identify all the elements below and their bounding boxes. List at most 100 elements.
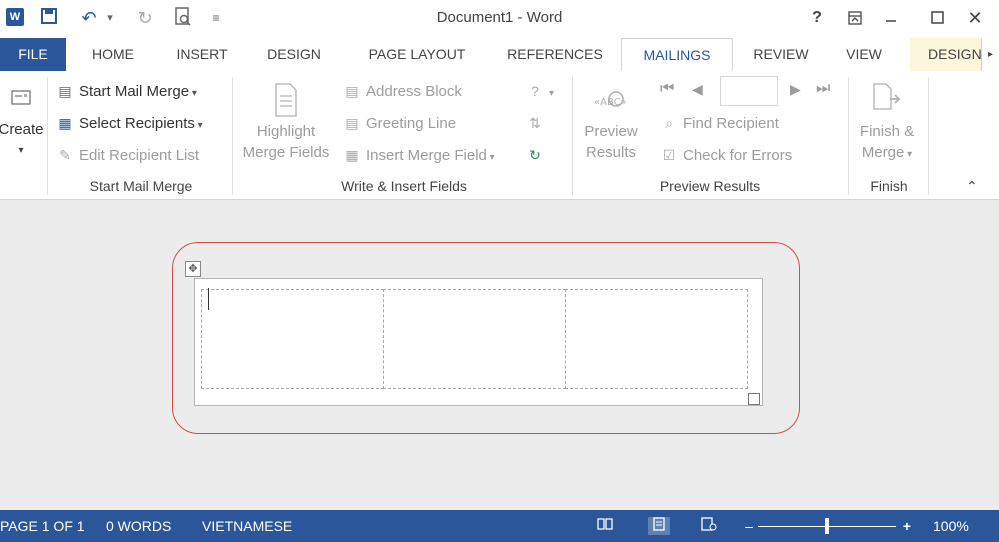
greeting-line-button[interactable]: ▤ Greeting Line: [343, 112, 456, 135]
insert-merge-field-icon: ▦: [345, 147, 359, 163]
insert-merge-field-label: Insert Merge Field: [366, 147, 487, 164]
table-cell[interactable]: [383, 289, 566, 389]
group-separator: [47, 77, 48, 195]
title-bar: W ↶ ▾ ↻ ≡ Document1 - Word ? ✕: [0, 0, 999, 38]
text-cursor: [208, 288, 209, 310]
finish-label-line-1: Finish &: [859, 122, 915, 140]
highlight-label-line-2: Merge Fields: [242, 143, 330, 161]
labels-table[interactable]: [194, 278, 763, 406]
maximize-icon[interactable]: [922, 6, 952, 30]
preview-label-line-1: Preview: [584, 122, 638, 140]
ribbon: Create ▾ ▤ Start Mail Merge ▾ ▦ Select Rec…: [0, 71, 999, 200]
group-separator: [928, 77, 929, 195]
start-mail-merge-icon: ▤: [58, 83, 72, 99]
tab-home[interactable]: HOME: [80, 38, 146, 71]
last-record-icon[interactable]: ⏭: [816, 78, 830, 100]
start-mail-merge-label: Start Mail Merge: [79, 83, 190, 100]
address-block-button[interactable]: ▤ Address Block: [343, 80, 462, 103]
start-mail-merge-button[interactable]: ▤ Start Mail Merge ▾: [56, 80, 197, 105]
create-dropdown-icon: ▾: [18, 145, 24, 156]
group-label-preview-results: Preview Results: [659, 178, 761, 194]
table-move-handle-icon[interactable]: ✥: [185, 261, 201, 277]
print-layout-icon[interactable]: [648, 517, 670, 535]
greeting-line-icon: ▤: [345, 115, 359, 131]
tab-mailings[interactable]: MAILINGS: [621, 38, 733, 71]
collapse-ribbon-icon[interactable]: ⌃: [966, 175, 978, 197]
rules-button[interactable]: ? ▾: [526, 80, 554, 105]
help-button[interactable]: ?: [802, 6, 832, 30]
preview-results-icon: «ABC»: [578, 81, 644, 117]
close-icon[interactable]: ✕: [960, 6, 990, 30]
edit-recipient-list-label: Edit Recipient List: [79, 147, 200, 164]
match-fields-icon: ⇅: [529, 115, 541, 131]
table-cell[interactable]: [201, 289, 384, 389]
find-recipient-icon: ⌕: [665, 115, 673, 131]
highlight-merge-fields-icon: [238, 81, 334, 117]
language[interactable]: VIETNAMESE: [202, 517, 292, 535]
envelope-icon: [0, 81, 44, 115]
insert-merge-field-button[interactable]: ▦ Insert Merge Field ▾: [343, 144, 495, 169]
dropdown-arrow-icon: ▾: [486, 152, 495, 163]
group-label-write-insert-fields: Write & Insert Fields: [341, 178, 467, 194]
zoom-slider-thumb[interactable]: [825, 518, 829, 534]
table-resize-handle-icon[interactable]: [748, 393, 760, 405]
read-mode-icon[interactable]: [596, 517, 614, 535]
tab-review[interactable]: REVIEW: [742, 38, 820, 71]
dropdown-arrow-icon: ▾: [549, 88, 555, 99]
tab-table-design[interactable]: DESIGN: [910, 38, 990, 71]
tab-references[interactable]: REFERENCES: [500, 38, 610, 71]
web-layout-icon[interactable]: [700, 517, 718, 535]
ribbon-tabs: FILE HOME INSERT DESIGN PAGE LAYOUT REFE…: [0, 38, 999, 72]
edit-recipient-list-button[interactable]: ✎ Edit Recipient List: [56, 144, 199, 167]
tab-insert[interactable]: INSERT: [166, 38, 238, 71]
update-labels-icon: ↻: [529, 147, 541, 163]
zoom-out-icon[interactable]: –: [740, 517, 758, 535]
select-recipients-button[interactable]: ▦ Select Recipients ▾: [56, 112, 203, 137]
preview-results-button[interactable]: «ABC» Preview Results: [578, 81, 644, 163]
zoom-in-icon[interactable]: +: [898, 517, 916, 535]
preview-label-line-2: Results: [585, 143, 637, 161]
zoom-level[interactable]: 100%: [933, 517, 969, 535]
check-for-errors-button[interactable]: ☑ Check for Errors: [660, 144, 792, 167]
record-number-input[interactable]: [720, 76, 778, 106]
check-for-errors-label: Check for Errors: [683, 147, 793, 164]
tab-page-layout[interactable]: PAGE LAYOUT: [352, 38, 482, 71]
tab-view[interactable]: VIEW: [832, 38, 896, 71]
highlight-merge-fields-button[interactable]: Highlight Merge Fields: [238, 81, 334, 163]
first-record-icon[interactable]: ⏮: [660, 78, 680, 100]
table-cell[interactable]: [565, 289, 748, 389]
find-recipient-label: Find Recipient: [683, 115, 779, 132]
create-label: Create: [0, 121, 44, 138]
greeting-line-label: Greeting Line: [366, 115, 457, 132]
group-separator: [572, 77, 573, 195]
highlight-label-line-1: Highlight: [256, 122, 316, 140]
group-label-finish: Finish: [870, 178, 908, 194]
address-block-icon: ▤: [345, 83, 359, 99]
tab-scroll-right-icon[interactable]: ▸: [981, 38, 999, 71]
find-recipient-button[interactable]: ⌕ Find Recipient: [660, 112, 779, 135]
check-for-errors-icon: ☑: [662, 147, 676, 163]
word-count[interactable]: 0 WORDS: [106, 517, 171, 535]
next-record-icon[interactable]: ▶: [790, 78, 801, 100]
ribbon-display-options-icon[interactable]: [840, 6, 870, 30]
select-recipients-icon: ▦: [58, 115, 72, 131]
finish-merge-icon: [852, 81, 922, 117]
group-label-start-mail-merge: Start Mail Merge: [89, 178, 193, 194]
document-canvas: ✥: [0, 200, 999, 510]
finish-merge-button[interactable]: Finish & Merge ▾: [852, 81, 922, 165]
minimize-icon[interactable]: [876, 6, 906, 30]
dropdown-arrow-icon: ▾: [194, 120, 203, 131]
update-labels-button[interactable]: ↻: [526, 144, 549, 167]
edit-recipient-list-icon: ✎: [59, 147, 71, 163]
dropdown-arrow-icon: ▾: [189, 88, 197, 99]
create-button[interactable]: Create ▾: [0, 81, 44, 161]
word-window: W ↶ ▾ ↻ ≡ Document1 - Word ? ✕ FILE HOME…: [0, 0, 999, 542]
previous-record-icon[interactable]: ◀: [692, 78, 703, 100]
match-fields-button[interactable]: ⇅: [526, 112, 549, 135]
group-separator: [232, 77, 233, 195]
tab-design[interactable]: DESIGN: [256, 38, 332, 71]
address-block-label: Address Block: [366, 83, 462, 100]
page-count[interactable]: PAGE 1 OF 1: [0, 517, 85, 535]
group-separator: [848, 77, 849, 195]
tab-file[interactable]: FILE: [0, 38, 66, 71]
